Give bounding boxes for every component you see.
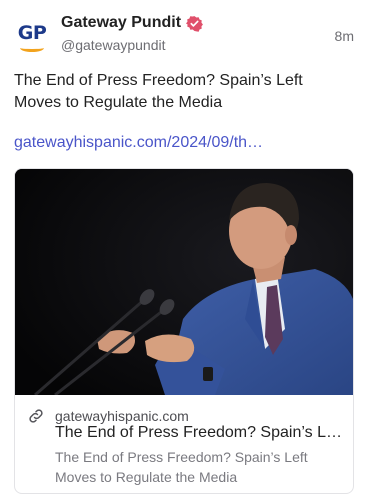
handle[interactable]: @gatewaypundit bbox=[61, 37, 166, 53]
post-link[interactable]: gatewayhispanic.com/2024/09/th… bbox=[14, 134, 263, 152]
link-icon bbox=[27, 407, 45, 425]
verified-badge-icon bbox=[186, 15, 203, 32]
name-row: Gateway Pundit bbox=[61, 14, 203, 32]
card-description: The End of Press Freedom? Spain’s Left M… bbox=[55, 449, 308, 485]
card-footer[interactable]: gatewayhispanic.com The End of Press Fre… bbox=[15, 395, 353, 493]
post-timestamp: 8m bbox=[334, 28, 354, 44]
logo-swoosh-icon bbox=[20, 44, 44, 52]
card-domain-row: gatewayhispanic.com bbox=[27, 407, 189, 425]
post-text: The End of Press Freedom? Spain’s Left M… bbox=[14, 72, 303, 111]
post: GP Gateway Pundit @gatewaypundit 8m The … bbox=[0, 0, 368, 500]
speaker-at-podium-photo bbox=[15, 169, 353, 395]
link-preview-card[interactable]: gatewayhispanic.com The End of Press Fre… bbox=[14, 168, 354, 494]
post-header: GP Gateway Pundit @gatewaypundit 8m bbox=[14, 14, 354, 58]
card-domain: gatewayhispanic.com bbox=[55, 408, 189, 424]
card-image[interactable] bbox=[15, 169, 353, 395]
display-name[interactable]: Gateway Pundit bbox=[61, 14, 181, 32]
card-title: The End of Press Freedom? Spain’s L… bbox=[55, 424, 342, 441]
avatar[interactable]: GP bbox=[14, 20, 50, 56]
avatar-logo-text: GP bbox=[17, 22, 47, 44]
